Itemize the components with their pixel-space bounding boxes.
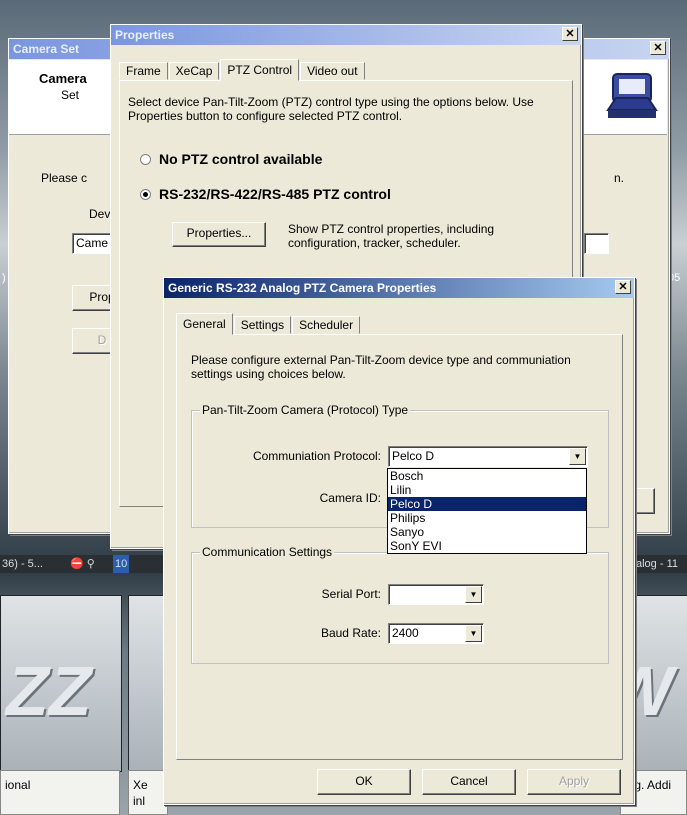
baud-rate-select[interactable]: 2400 ▼ <box>388 623 484 644</box>
generic-ptz-dialog: Generic RS-232 Analog PTZ Camera Propert… <box>163 277 635 805</box>
protocol-select[interactable]: Pelco D ▼ <box>388 446 588 467</box>
tab-general[interactable]: General <box>176 313 233 335</box>
generic-close-button[interactable]: ✕ <box>615 280 631 294</box>
protocol-group-label: Pan-Tilt-Zoom Camera (Protocol) Type <box>200 403 411 417</box>
general-description: Please configure external Pan-Tilt-Zoom … <box>191 353 571 381</box>
caption-mid: Xe inl <box>128 770 168 815</box>
chevron-down-icon[interactable]: ▼ <box>465 586 482 603</box>
properties-tabs: Frame XeCap PTZ Control Video out <box>119 59 366 81</box>
chevron-down-icon[interactable]: ▼ <box>569 448 586 465</box>
radio-no-ptz-label: No PTZ control available <box>159 151 323 167</box>
tab-frame[interactable]: Frame <box>119 62 168 80</box>
radio-rs-ptz[interactable]: RS-232/RS-422/RS-485 PTZ control <box>140 186 391 202</box>
status-icons: ⛔ ⚲ <box>70 558 95 570</box>
protocol-label: Communiation Protocol: <box>252 449 381 463</box>
protocol-option[interactable]: Philips <box>388 511 586 525</box>
radio-rs-ptz-dot <box>140 188 151 200</box>
comm-group-label: Communication Settings <box>200 545 335 559</box>
camera-case-icon <box>606 70 658 122</box>
device-field-right[interactable] <box>584 233 609 254</box>
protocol-option[interactable]: SonY EVI <box>388 539 586 553</box>
protocol-option[interactable]: Bosch <box>388 469 586 483</box>
feed-tile-left: ZZ <box>0 595 122 772</box>
camera-setup-please-text: Please c <box>41 171 88 185</box>
generic-tabs: General Settings Scheduler <box>176 313 361 335</box>
device-label: Dev <box>89 207 111 221</box>
serial-port-select[interactable]: ▼ <box>388 584 484 605</box>
properties-title: Properties <box>115 28 175 42</box>
radio-no-ptz[interactable]: No PTZ control available <box>140 151 322 167</box>
comm-groupbox: Communication Settings Serial Port: ▼ Ba… <box>191 545 609 664</box>
protocol-option-selected[interactable]: Pelco D <box>388 497 586 511</box>
general-pane: Please configure external Pan-Tilt-Zoom … <box>176 334 623 760</box>
properties-close-button[interactable]: ✕ <box>562 27 578 41</box>
tab-scheduler[interactable]: Scheduler <box>292 316 361 334</box>
status-left-text: 36) - 5... <box>2 558 43 570</box>
protocol-option[interactable]: Sanyo <box>388 525 586 539</box>
left-mid-text: ) <box>2 272 6 284</box>
tab-xecap[interactable]: XeCap <box>168 62 220 80</box>
apply-button[interactable]: Apply <box>527 769 621 795</box>
baud-rate-value: 2400 <box>392 626 419 640</box>
properties-titlebar: Properties ✕ <box>111 25 581 45</box>
protocol-option[interactable]: Lilin <box>388 483 586 497</box>
tab-video-out[interactable]: Video out <box>300 62 365 80</box>
ptz-description: Select device Pan-Tilt-Zoom (PTZ) contro… <box>128 95 534 123</box>
cancel-button[interactable]: Cancel <box>422 769 516 795</box>
camera-id-label: Camera ID: <box>319 491 381 505</box>
generic-titlebar: Generic RS-232 Analog PTZ Camera Propert… <box>164 278 634 298</box>
camera-setup-title: Camera Set <box>13 42 80 56</box>
camera-setup-right-text: n. <box>614 171 625 185</box>
camera-setup-header-title: Camera <box>39 71 87 86</box>
ptz-properties-button[interactable]: Properties... <box>172 222 266 247</box>
radio-rs-ptz-label: RS-232/RS-422/RS-485 PTZ control <box>159 186 391 202</box>
radio-no-ptz-dot <box>140 153 151 165</box>
baud-rate-label: Baud Rate: <box>320 626 381 640</box>
serial-port-label: Serial Port: <box>321 587 381 601</box>
camera-setup-header-sub: Set <box>61 88 80 102</box>
ok-button[interactable]: OK <box>317 769 411 795</box>
protocol-dropdown-list: Bosch Lilin Pelco D Philips Sanyo SonY E… <box>387 468 587 554</box>
ptz-properties-help: Show PTZ control properties, including c… <box>288 222 495 250</box>
generic-title: Generic RS-232 Analog PTZ Camera Propert… <box>168 281 437 295</box>
tab-ptz-control[interactable]: PTZ Control <box>220 59 300 81</box>
caption-left: ional <box>0 770 120 815</box>
chevron-down-icon[interactable]: ▼ <box>465 625 482 642</box>
tab-settings[interactable]: Settings <box>233 316 292 334</box>
status-right-text: alog - 11 <box>636 558 678 570</box>
camera-setup-close-button[interactable]: ✕ <box>650 41 666 55</box>
status-number: 10 <box>113 555 130 573</box>
protocol-select-value: Pelco D <box>392 449 435 463</box>
